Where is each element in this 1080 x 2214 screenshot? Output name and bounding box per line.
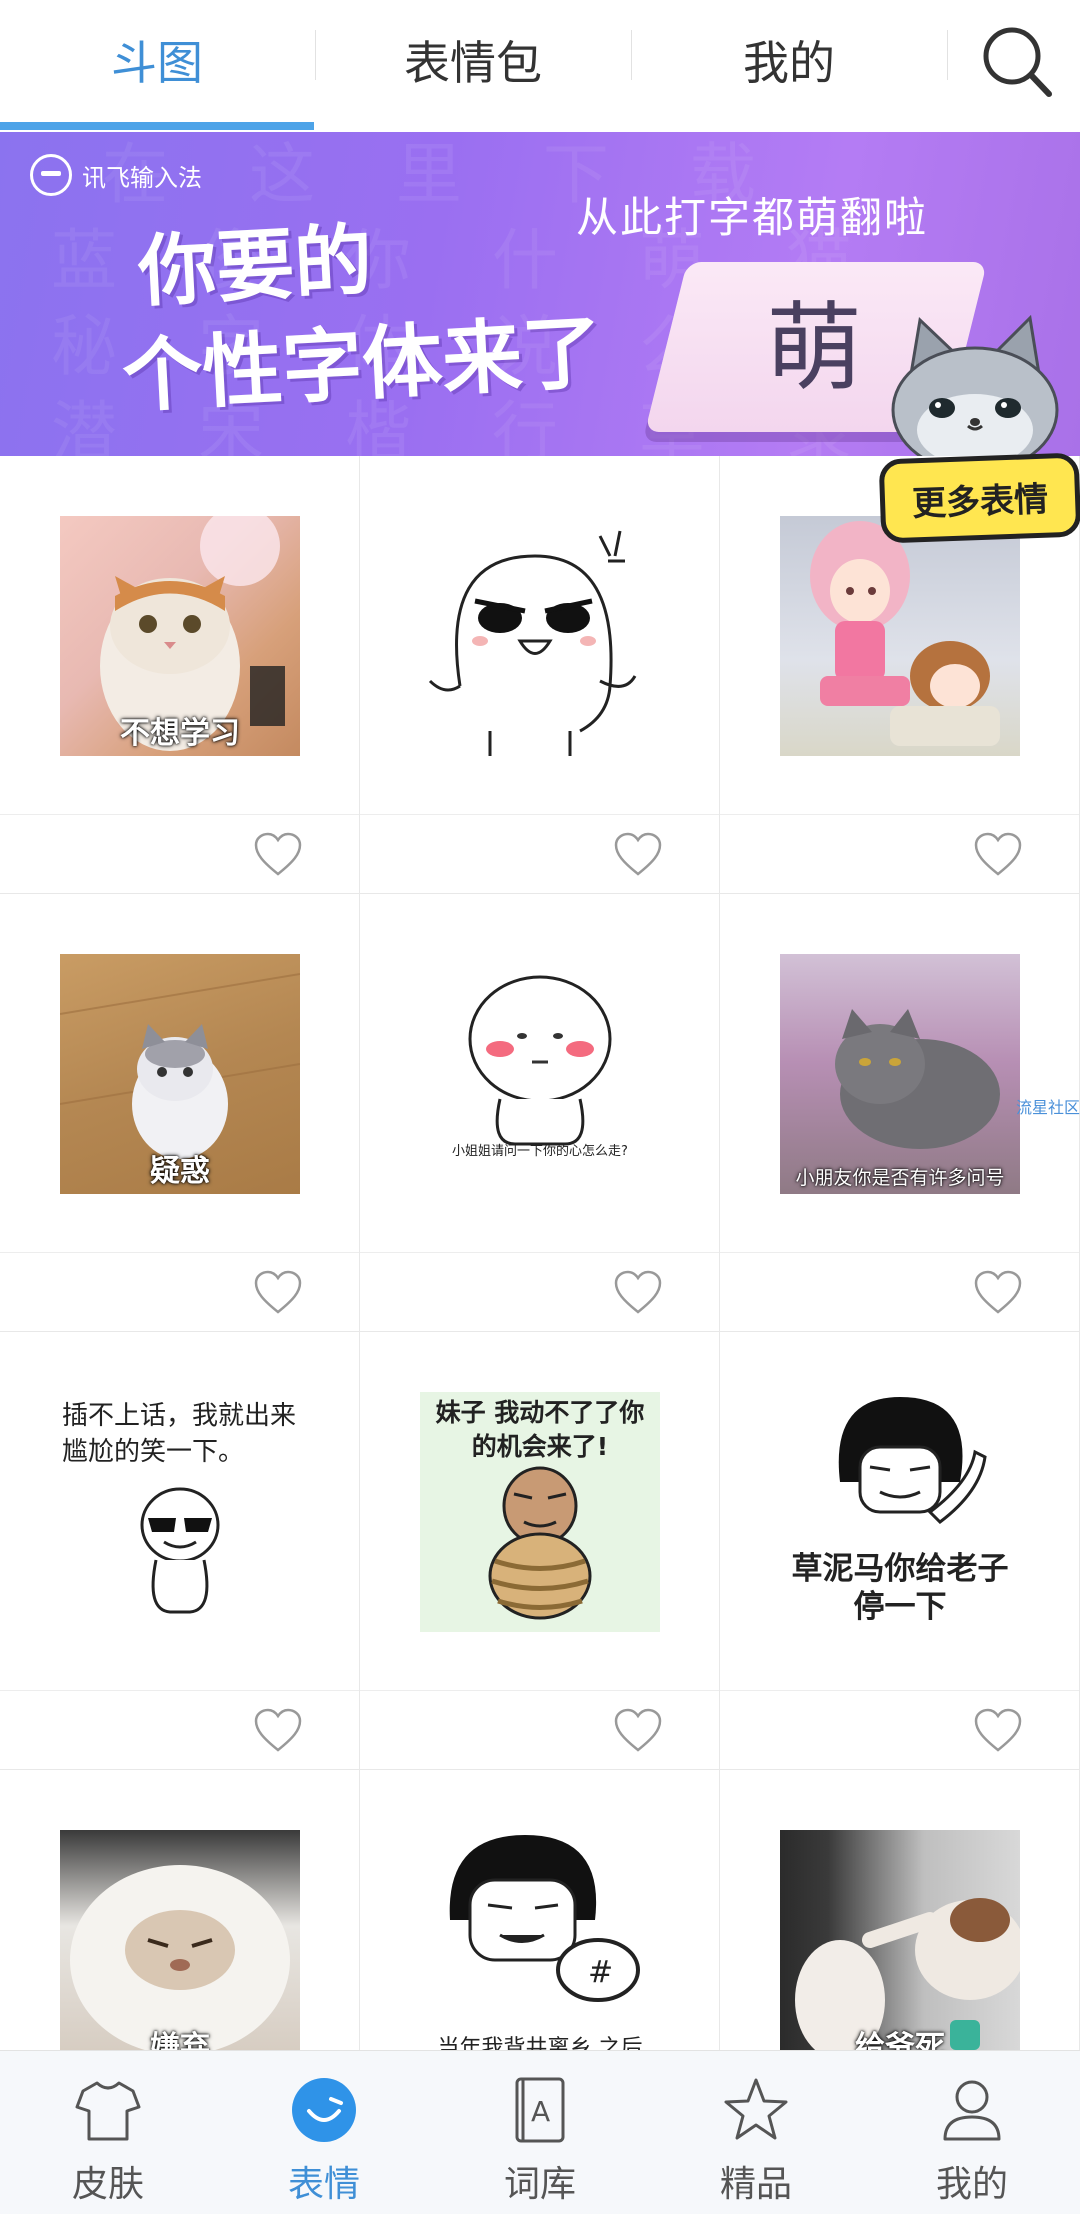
svg-text:#: # <box>588 1955 613 1990</box>
meme-card: 小姐姐请问一下你的心怎么走? <box>360 894 720 1332</box>
meme-card-footer <box>360 1252 719 1333</box>
bowl-cut-face-icon <box>838 1397 987 1524</box>
meme-card-footer <box>0 814 359 895</box>
meme-image[interactable] <box>420 516 660 756</box>
meme-caption: 妹子 我动不了了你的机会来了! <box>435 1398 645 1461</box>
nav-featured[interactable]: 精品 <box>648 2051 864 2214</box>
meme-card: # 当年我背井离乡 之后 <box>360 1770 720 2050</box>
anime-girls-icon <box>810 521 1000 746</box>
heart-outline-icon[interactable] <box>253 1707 303 1753</box>
meme-caption: 当年我背井离乡 之后 <box>437 2036 643 2050</box>
heart-outline-icon[interactable] <box>973 1707 1023 1753</box>
tab-mine[interactable]: 我的 <box>632 0 946 120</box>
meme-image[interactable]: 插不上话，我就出来尴尬的笑一下。 <box>60 1392 300 1632</box>
more-stickers-button[interactable]: 更多表情 <box>878 452 1080 544</box>
bottom-nav: 皮肤 表情 A 词库 精品 我的 <box>0 2050 1080 2214</box>
meme-caption: 嫌弃 <box>150 2030 210 2050</box>
nav-stickers[interactable]: 表情 <box>216 2051 432 2214</box>
meme-caption: 不想学习 <box>120 716 240 751</box>
search-icon <box>983 27 1052 97</box>
meme-card: 给爷死 <box>720 1770 1080 2050</box>
heart-outline-icon[interactable] <box>253 1269 303 1315</box>
active-tab-indicator <box>0 122 314 130</box>
meme-image[interactable]: 小朋友你是否有许多问号 <box>780 954 1020 1194</box>
meme-card-footer <box>720 1252 1079 1333</box>
meme-caption: 插不上话，我就出来尴尬的笑一下。 <box>62 1401 297 1467</box>
meme-image[interactable]: 妹子 我动不了了你的机会来了! <box>420 1392 660 1632</box>
nav-label: 词库 <box>503 2164 576 2205</box>
bowl-cut-cup-icon: # <box>449 1835 640 2002</box>
heart-outline-icon[interactable] <box>973 1269 1023 1315</box>
tab-meme-packs[interactable]: 表情包 <box>316 0 630 120</box>
meme-image[interactable]: 草泥马你给老子停一下 <box>780 1392 1020 1632</box>
heart-outline-icon[interactable] <box>973 831 1023 877</box>
tied-man-icon <box>488 1466 592 1620</box>
nav-label: 表情 <box>287 2164 360 2205</box>
meme-caption: 草泥马你给老子停一下 <box>791 1551 1009 1625</box>
meme-caption: 小朋友你是否有许多问号 <box>795 1167 1005 1189</box>
meme-image[interactable] <box>780 516 1020 756</box>
meme-caption: 疑惑 <box>150 1154 210 1189</box>
angry-blob-icon <box>428 530 637 756</box>
star-icon <box>724 2078 788 2140</box>
meme-card-footer <box>360 814 719 895</box>
meme-image[interactable]: # 当年我背井离乡 之后 <box>420 1830 660 2050</box>
meme-card-footer <box>0 1690 359 1771</box>
meme-card: 嫌弃 <box>0 1770 360 2050</box>
meme-card-footer <box>0 1252 359 1333</box>
smiley-icon <box>292 2078 356 2142</box>
banner-slogan: 从此打字都萌翻啦 <box>576 193 929 242</box>
heart-outline-icon[interactable] <box>253 831 303 877</box>
meme-card-footer <box>720 814 1079 895</box>
meme-image[interactable]: 小姐姐请问一下你的心怎么走? <box>420 954 660 1194</box>
nav-label: 我的 <box>935 2164 1008 2205</box>
meme-card: 草泥马你给老子停一下 <box>720 1332 1080 1770</box>
promo-banner[interactable]: 在 这 里 下 载 蓝 俊 你 什 萌 猫 秘 字 体 说 么 话 潜 宋 楷 … <box>0 132 1080 456</box>
cat-mascot-icon <box>891 314 1059 456</box>
nav-profile[interactable]: 我的 <box>864 2051 1080 2214</box>
dictionary-icon: A <box>515 2077 565 2143</box>
meme-grid: 不想学习 疑惑 小姐姐请问一下你的心怎么走? 小朋友你是否有许多问号 插不上话，… <box>0 456 1080 2050</box>
nav-dictionary[interactable]: A 词库 <box>432 2051 648 2214</box>
meme-image[interactable]: 疑惑 <box>60 954 300 1194</box>
sunglasses-blob-icon <box>140 1487 220 1614</box>
tshirt-icon <box>75 2081 141 2141</box>
nav-label: 精品 <box>719 2164 792 2205</box>
meme-image[interactable]: 嫌弃 <box>60 1830 300 2050</box>
heart-outline-icon[interactable] <box>613 1707 663 1753</box>
top-tab-bar: 斗图 表情包 我的 <box>0 0 1080 133</box>
svg-text:A: A <box>531 2095 550 2128</box>
fluffy-cat-photo-icon <box>70 1865 290 2050</box>
meme-card: 不想学习 <box>0 456 360 894</box>
heart-outline-icon[interactable] <box>613 1269 663 1315</box>
banner-card-character: 萌 <box>766 292 862 404</box>
tab-doutu[interactable]: 斗图 <box>0 0 314 120</box>
banner-brand-name: 讯飞输入法 <box>82 163 202 192</box>
user-icon <box>943 2080 1001 2141</box>
meme-image[interactable]: 不想学习 <box>60 516 300 756</box>
nav-label: 皮肤 <box>71 2164 144 2205</box>
meme-caption: 小姐姐请问一下你的心怎么走? <box>452 1144 628 1159</box>
meme-card: 插不上话，我就出来尴尬的笑一下。 <box>0 1332 360 1770</box>
grey-cat-photo-icon <box>835 1009 1000 1149</box>
meme-card: 妹子 我动不了了你的机会来了! <box>360 1332 720 1770</box>
meme-image[interactable]: 给爷死 <box>780 1830 1020 2050</box>
cats-fighting-photo-icon <box>795 1898 1020 2050</box>
meme-card-footer <box>360 1690 719 1771</box>
heart-outline-icon[interactable] <box>613 831 663 877</box>
meme-caption: 给爷死 <box>855 2030 945 2050</box>
meme-card <box>360 456 720 894</box>
ifly-logo-icon <box>30 154 72 196</box>
nav-skins[interactable]: 皮肤 <box>0 2051 216 2214</box>
meme-card: 疑惑 <box>0 894 360 1332</box>
banner-brand-logo: 讯飞输入法 <box>30 154 202 196</box>
meme-card-footer <box>720 1690 1079 1771</box>
search-button[interactable] <box>948 12 1068 112</box>
watermark-text: 流星社区 <box>1016 1098 1080 1117</box>
